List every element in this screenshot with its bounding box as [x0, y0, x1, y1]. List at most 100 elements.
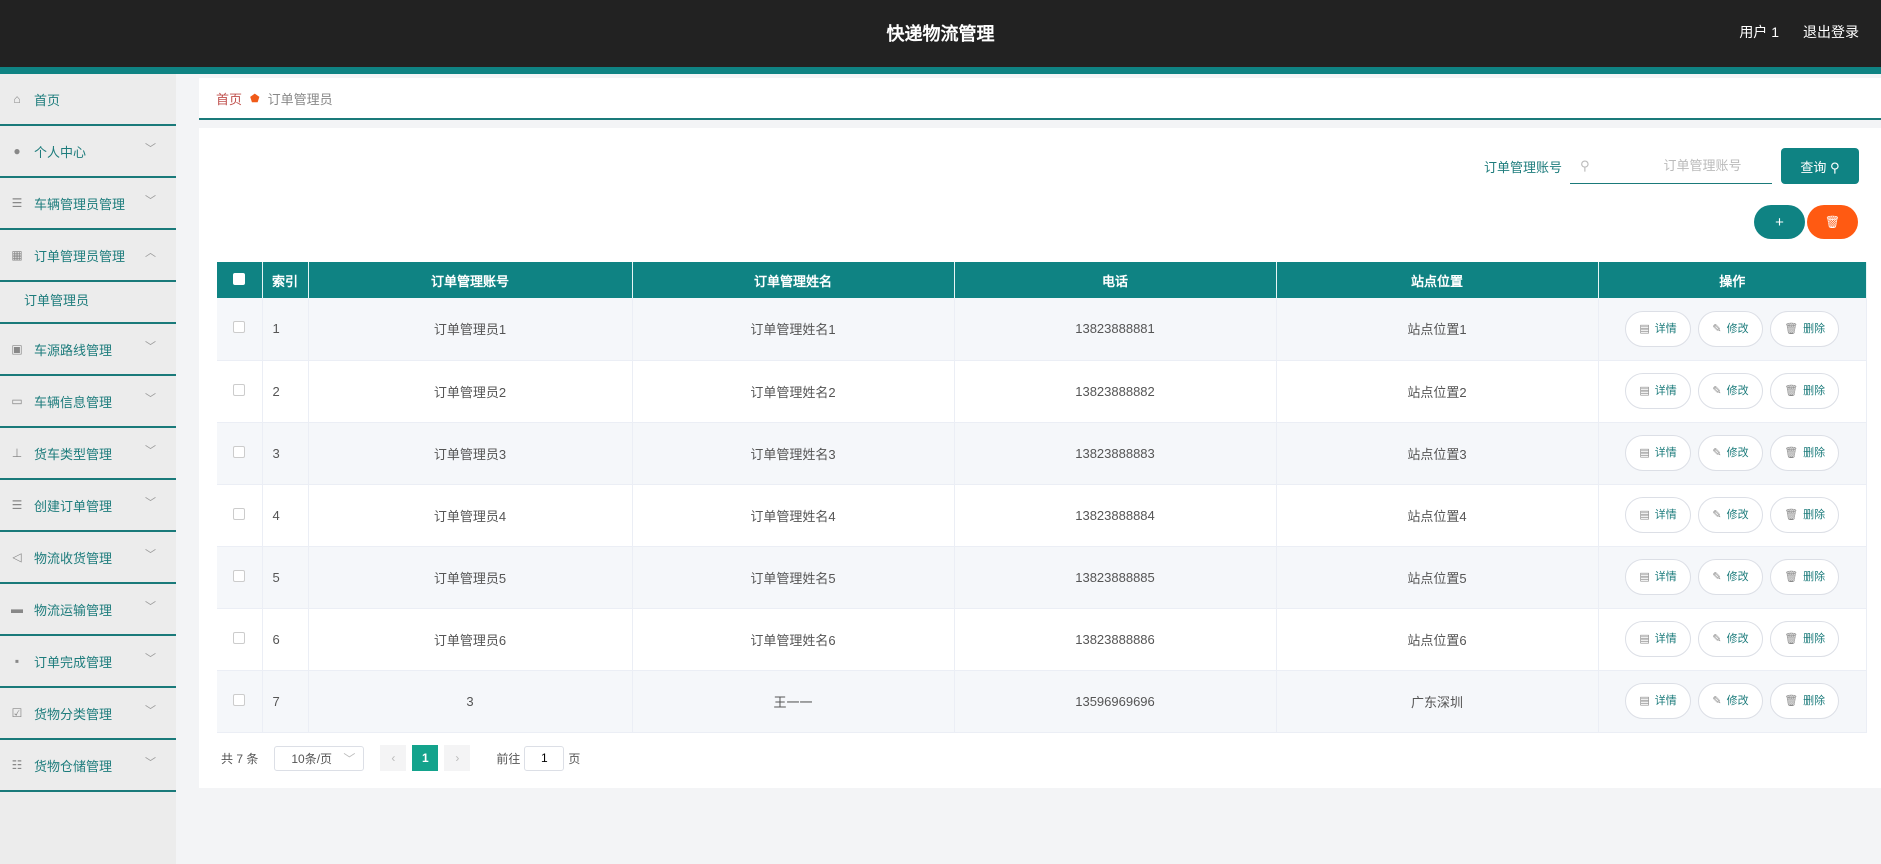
search-input[interactable]	[1589, 158, 1750, 173]
sidebar-item-12[interactable]: ☷ 货物仓储管理 ﹀	[0, 740, 176, 792]
detail-button[interactable]: ▤ 详情	[1625, 621, 1691, 657]
edit-button[interactable]: ✎ 修改	[1698, 683, 1763, 719]
prev-page-button[interactable]: ‹	[380, 745, 407, 771]
delete-button[interactable]: 🗑 删除	[1770, 310, 1840, 347]
chevron-down-icon: ﹀	[343, 751, 356, 766]
query-button[interactable]: 查询 ⚲	[1781, 148, 1859, 184]
sidebar-item-5[interactable]: ▭ 车辆信息管理 ﹀	[0, 376, 176, 428]
breadcrumb-home[interactable]: 首页	[216, 89, 242, 108]
sidebar-item-2[interactable]: ☰ 车辆管理员管理 ﹀	[0, 178, 176, 230]
sidebar-item-10[interactable]: ▪ 订单完成管理 ﹀	[0, 636, 176, 688]
checklist-icon: ☑	[11, 706, 23, 720]
chevron-icon: ﹀	[145, 341, 156, 353]
breadcrumb-current: 订单管理员	[267, 91, 333, 107]
cell-phone: 13823888886	[954, 608, 1277, 671]
page-size-select[interactable]: 10条/页 ﹀	[274, 745, 365, 771]
row-select[interactable]	[217, 360, 263, 423]
document-icon: ▤	[1639, 571, 1650, 583]
sidebar-item-11[interactable]: ☑ 货物分类管理 ﹀	[0, 688, 176, 740]
sidebar-subitem-order-admin[interactable]: 订单管理员	[0, 276, 176, 324]
cell-name: 订单管理姓名2	[632, 360, 955, 423]
detail-button[interactable]: ▤ 详情	[1625, 310, 1691, 347]
cell-actions: ▤ 详情 ✎ 修改 🗑 删除	[1598, 546, 1867, 609]
delete-button[interactable]: 🗑 删除	[1770, 497, 1840, 533]
detail-button[interactable]: ▤ 详情	[1625, 497, 1691, 533]
cell-index: 6	[262, 608, 309, 671]
send-icon: ◁	[12, 550, 22, 564]
row-select[interactable]	[217, 546, 263, 609]
sidebar-item-9[interactable]: ▬ 物流运输管理 ﹀	[0, 584, 176, 636]
sidebar-item-4[interactable]: ▣ 车源路线管理 ﹀	[0, 324, 176, 376]
select-all-checkbox[interactable]	[233, 272, 246, 285]
sidebar-item-6[interactable]: ⊥ 货车类型管理 ﹀	[0, 428, 176, 480]
sidebar-item-7[interactable]: ☰ 创建订单管理 ﹀	[0, 480, 176, 532]
sidebar-item-1[interactable]: ● 个人中心 ﹀	[0, 126, 176, 178]
add-button[interactable]: +	[1754, 205, 1805, 239]
edit-button[interactable]: ✎ 修改	[1698, 497, 1763, 533]
top-header: 快递物流管理 用户 1 退出登录	[0, 0, 1881, 67]
edit-button[interactable]: ✎ 修改	[1698, 621, 1763, 657]
delete-button[interactable]: 🗑 删除	[1770, 559, 1840, 595]
delete-button[interactable]: 🗑 删除	[1770, 435, 1840, 471]
select-all-header[interactable]	[217, 262, 263, 298]
search-field[interactable]: ⚲	[1570, 148, 1772, 184]
table-row: 5 订单管理员5 订单管理姓名5 13823888885 站点位置5 ▤ 详情 ✎…	[217, 546, 1867, 609]
trash-icon: 🗑	[1784, 633, 1799, 645]
search-label: 订单管理账号	[1484, 160, 1563, 175]
edit-label: 修改	[1726, 571, 1749, 583]
chevron-icon: ﹀	[145, 757, 156, 769]
row-select[interactable]	[217, 608, 263, 671]
detail-button[interactable]: ▤ 详情	[1625, 559, 1691, 595]
cell-index: 7	[262, 670, 309, 733]
row-checkbox[interactable]	[233, 693, 246, 706]
page-1-button[interactable]: 1	[412, 745, 439, 771]
row-select[interactable]	[217, 422, 263, 485]
edit-button[interactable]: ✎ 修改	[1698, 435, 1763, 471]
cell-account: 订单管理员3	[308, 422, 633, 485]
row-checkbox[interactable]	[233, 445, 246, 458]
cell-index: 2	[262, 360, 309, 423]
user-name[interactable]: 用户 1	[1739, 22, 1779, 42]
delete-button[interactable]: 🗑 删除	[1770, 621, 1840, 657]
sidebar-item-3[interactable]: ▦ 订单管理员管理 ︿	[0, 230, 176, 282]
detail-button[interactable]: ▤ 详情	[1625, 435, 1691, 471]
row-checkbox[interactable]	[233, 321, 246, 334]
pencil-icon: ✎	[1712, 633, 1722, 645]
pencil-icon: ✎	[1712, 509, 1722, 521]
delete-button[interactable]: 🗑 删除	[1770, 683, 1840, 719]
sidebar-item-0[interactable]: ⌂ 首页	[0, 74, 176, 126]
sidebar-item-label: 货物仓储管理	[34, 758, 113, 774]
detail-button[interactable]: ▤ 详情	[1625, 683, 1691, 719]
detail-button[interactable]: ▤ 详情	[1625, 373, 1691, 409]
row-select[interactable]	[217, 670, 263, 733]
goto-page-input[interactable]	[524, 745, 565, 771]
row-select[interactable]	[217, 298, 263, 361]
edit-button[interactable]: ✎ 修改	[1698, 373, 1763, 409]
delete-label: 删除	[1803, 695, 1826, 707]
row-checkbox[interactable]	[233, 507, 246, 520]
cell-index: 4	[262, 484, 309, 547]
edit-label: 修改	[1726, 633, 1749, 645]
next-page-button[interactable]: ›	[444, 745, 471, 771]
pencil-icon: ✎	[1712, 322, 1722, 335]
delete-button[interactable]: 🗑 删除	[1770, 373, 1840, 409]
edit-button[interactable]: ✎ 修改	[1698, 559, 1763, 595]
logout-link[interactable]: 退出登录	[1803, 22, 1859, 42]
row-checkbox[interactable]	[233, 631, 246, 644]
clipboard-icon: ▣	[11, 342, 23, 356]
row-checkbox[interactable]	[233, 383, 246, 396]
detail-label: 详情	[1654, 447, 1677, 459]
sidebar-item-8[interactable]: ◁ 物流收货管理 ﹀	[0, 532, 176, 584]
cell-phone: 13823888881	[954, 298, 1277, 361]
col-location: 站点位置	[1276, 262, 1599, 298]
delete-label: 删除	[1803, 385, 1826, 397]
col-phone: 电话	[954, 262, 1277, 298]
row-checkbox[interactable]	[233, 569, 246, 582]
edit-button[interactable]: ✎ 修改	[1698, 310, 1763, 347]
chevron-icon: ﹀	[145, 445, 156, 457]
chevron-icon: ﹀	[145, 549, 156, 561]
cell-name: 订单管理姓名4	[632, 484, 955, 547]
box-icon: ▬	[11, 602, 23, 616]
batch-delete-button[interactable]: 🗑	[1807, 205, 1858, 239]
row-select[interactable]	[217, 484, 263, 547]
